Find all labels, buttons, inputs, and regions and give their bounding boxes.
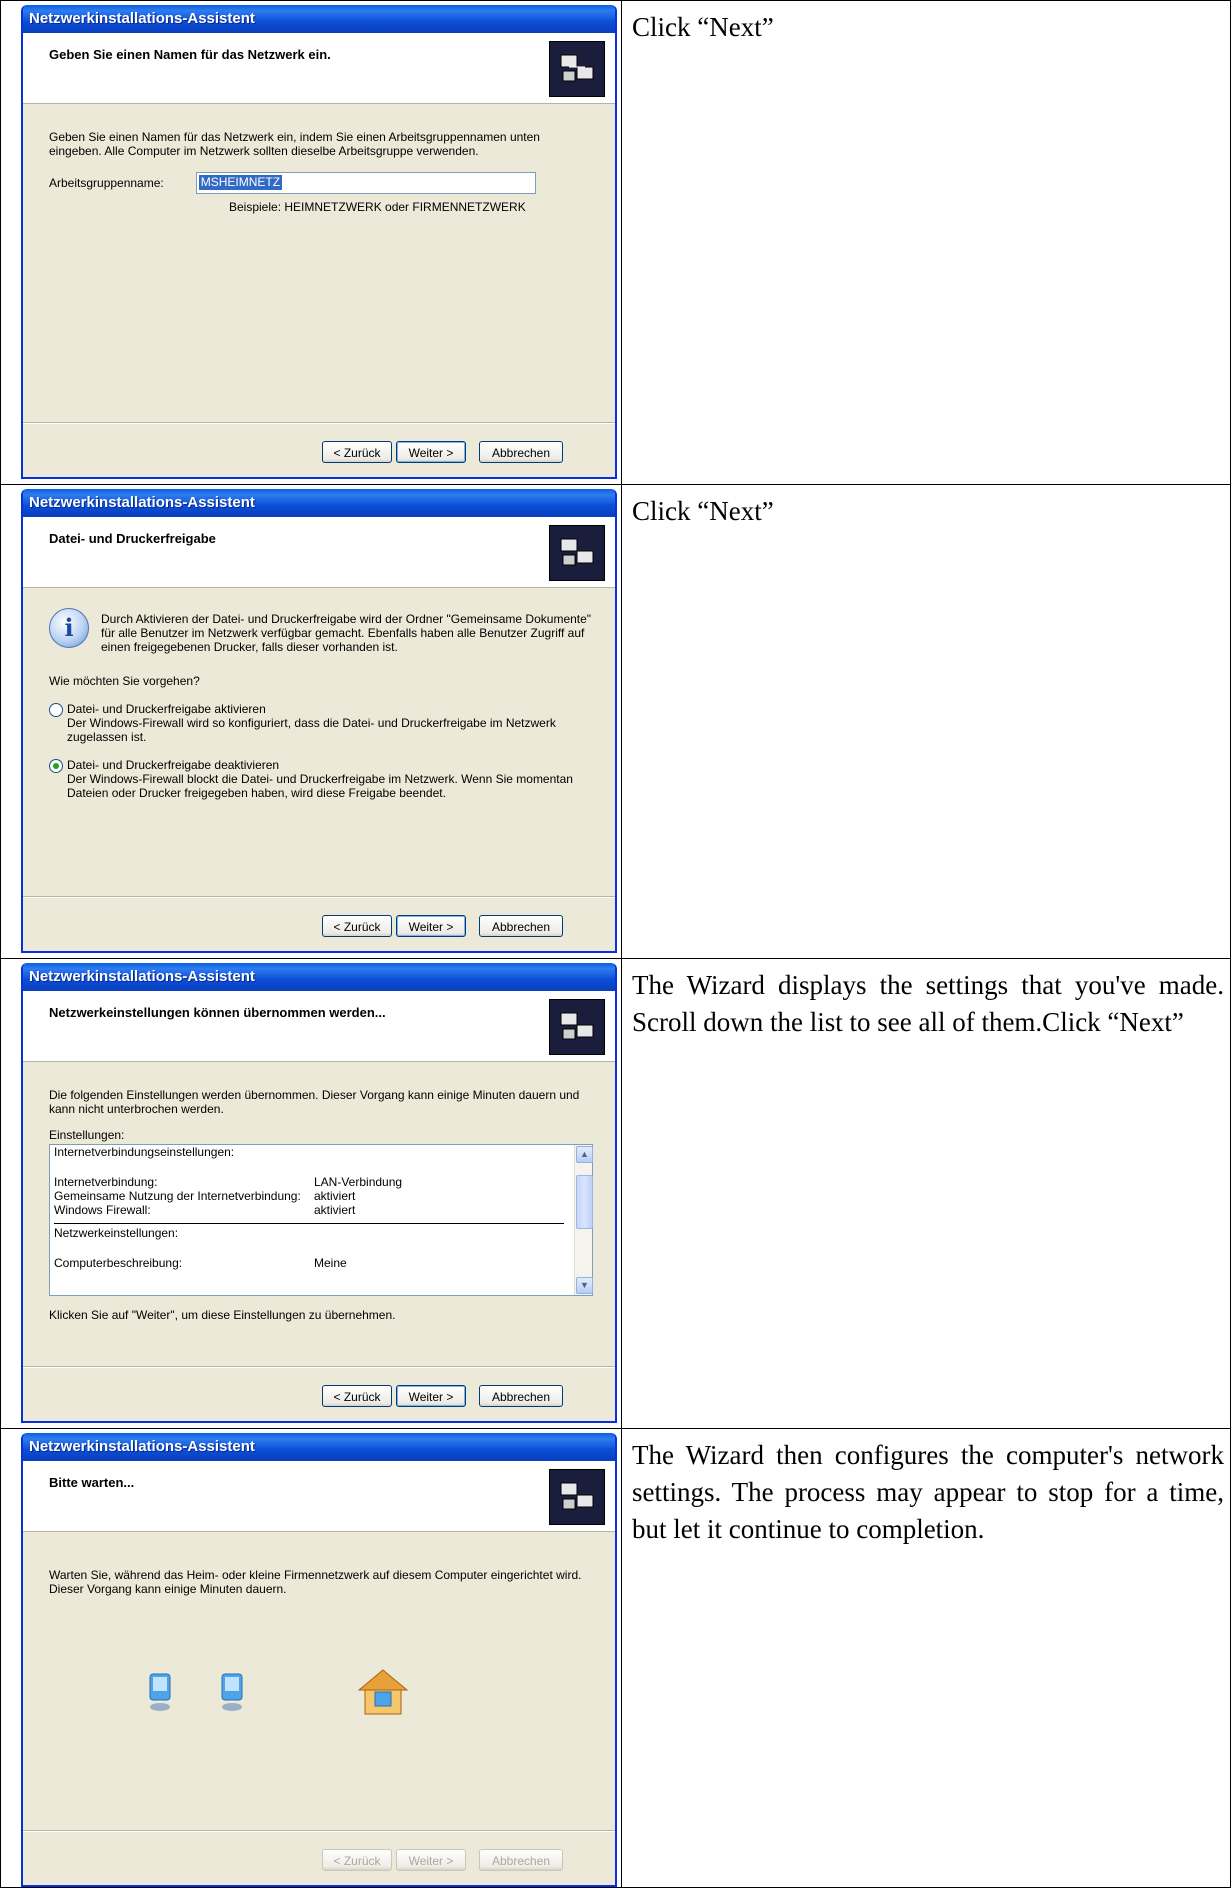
wizard-dialog: Netzwerkinstallations-Assistent Netzwerk…: [21, 963, 617, 1423]
network-wizard-icon: [549, 525, 605, 581]
info-icon: i: [49, 608, 89, 648]
scroll-down-icon[interactable]: ▼: [576, 1277, 593, 1294]
list-item: Computerbeschreibung: Meine: [50, 1256, 592, 1270]
setting-key: Windows Firewall:: [54, 1203, 151, 1217]
dialog-titlebar: Netzwerkinstallations-Assistent: [23, 963, 615, 991]
scrollbar[interactable]: ▲ ▼: [574, 1145, 593, 1295]
option-enable-desc: Der Windows-Firewall wird so konfigurier…: [67, 716, 556, 744]
intro-text: Die folgenden Einstellungen werden übern…: [49, 1088, 580, 1116]
screenshot-cell: Netzwerkinstallations-Assistent Geben Si…: [0, 0, 622, 485]
wizard-dialog: Netzwerkinstallations-Assistent Bitte wa…: [21, 1433, 617, 1887]
screenshot-cell: Netzwerkinstallations-Assistent Netzwerk…: [0, 958, 622, 1429]
setting-key: Gemeinsame Nutzung der Internetverbindun…: [54, 1189, 301, 1203]
dialog-header-title: Datei- und Druckerfreigabe: [49, 531, 216, 546]
instruction-cell: Click “Next”: [621, 484, 1231, 959]
back-button[interactable]: < Zurück: [322, 915, 392, 937]
list-item: Gemeinsame Nutzung der Internetverbindun…: [50, 1189, 592, 1203]
dialog-header-title: Bitte warten...: [49, 1475, 135, 1490]
setting-key: Internetverbindung:: [54, 1175, 158, 1189]
dialog-header: Netzwerkeinstellungen können übernommen …: [23, 991, 615, 1062]
workgroup-value: MSHEIMNETZ: [198, 175, 283, 190]
list-item: Windows Firewall: aktiviert: [50, 1203, 592, 1217]
dialog-body: Warten Sie, während das Heim- oder klein…: [23, 1532, 615, 1808]
dialog-titlebar: Netzwerkinstallations-Assistent: [23, 5, 615, 33]
list-item: Internetverbindung: LAN-Verbindung: [50, 1175, 592, 1189]
option-disable-title: Datei- und Druckerfreigabe deaktivieren: [67, 758, 280, 772]
screenshot-cell: Netzwerkinstallations-Assistent Bitte wa…: [0, 1428, 622, 1888]
settings-label: Einstellungen:: [49, 1128, 125, 1142]
option-disable-desc: Der Windows-Firewall blockt die Datei- u…: [67, 772, 573, 800]
dialog-footer: < Zurück Weiter > Abbrechen: [23, 1830, 615, 1885]
workgroup-label: Arbeitsgruppenname:: [49, 176, 164, 190]
dialog-header-title: Netzwerkeinstellungen können übernommen …: [49, 1005, 386, 1020]
dialog-titlebar: Netzwerkinstallations-Assistent: [23, 489, 615, 517]
table-row: Netzwerkinstallations-Assistent Datei- u…: [0, 484, 1231, 959]
setting-key: Computerbeschreibung:: [54, 1256, 183, 1270]
info-text: Durch Aktivieren der Datei- und Druckerf…: [101, 612, 592, 654]
back-button[interactable]: < Zurück: [322, 441, 392, 463]
wizard-dialog: Netzwerkinstallations-Assistent Datei- u…: [21, 489, 617, 953]
instruction-cell: Click “Next”: [621, 0, 1231, 485]
intro-text: Geben Sie einen Namen für das Netzwerk e…: [49, 130, 540, 158]
dialog-body: i Durch Aktivieren der Datei- und Drucke…: [23, 588, 615, 800]
dialog-footer: < Zurück Weiter > Abbrechen: [23, 422, 615, 477]
setting-value: aktiviert: [314, 1189, 356, 1203]
computer-icon: [149, 1673, 171, 1711]
section-network: Netzwerkeinstellungen:: [54, 1226, 179, 1240]
cancel-button[interactable]: Abbrechen: [479, 1849, 563, 1871]
dialog-header-title: Geben Sie einen Namen für das Netzwerk e…: [49, 47, 331, 62]
dialog-titlebar: Netzwerkinstallations-Assistent: [23, 1433, 615, 1461]
network-wizard-icon: [549, 999, 605, 1055]
network-wizard-icon: [549, 1469, 605, 1525]
computer-icon: [221, 1673, 243, 1711]
setting-value: Meine: [314, 1256, 347, 1270]
home-network-icon: [357, 1669, 409, 1715]
next-button[interactable]: Weiter >: [396, 1385, 466, 1407]
workgroup-hint: Beispiele: HEIMNETZWERK oder FIRMENNETZW…: [229, 200, 526, 214]
instruction-cell: The Wizard displays the settings that yo…: [621, 958, 1231, 1429]
network-wizard-icon: [549, 41, 605, 97]
cancel-button[interactable]: Abbrechen: [479, 915, 563, 937]
footer-note: Klicken Sie auf "Weiter", um diese Einst…: [49, 1308, 396, 1322]
scroll-up-icon[interactable]: ▲: [576, 1146, 593, 1163]
option-disable[interactable]: Datei- und Druckerfreigabe deaktivieren …: [49, 758, 593, 800]
dialog-body: Die folgenden Einstellungen werden übern…: [23, 1062, 615, 1322]
table-row: Netzwerkinstallations-Assistent Geben Si…: [0, 0, 1231, 485]
settings-listbox[interactable]: Internetverbindungseinstellungen: Intern…: [49, 1144, 593, 1296]
setting-value: LAN-Verbindung: [314, 1175, 403, 1189]
dialog-body: Geben Sie einen Namen für das Netzwerk e…: [23, 104, 615, 214]
wizard-dialog: Netzwerkinstallations-Assistent Geben Si…: [21, 5, 617, 479]
next-button[interactable]: Weiter >: [396, 1849, 466, 1871]
list-item: Netzwerkeinstellungen:: [50, 1226, 592, 1240]
back-button[interactable]: < Zurück: [322, 1849, 392, 1871]
setting-value: aktiviert: [314, 1203, 356, 1217]
instruction-cell: The Wizard then configures the computer'…: [621, 1428, 1231, 1888]
option-enable-title: Datei- und Druckerfreigabe aktivieren: [67, 702, 266, 716]
dialog-footer: < Zurück Weiter > Abbrechen: [23, 1366, 615, 1421]
table-row: Netzwerkinstallations-Assistent Netzwerk…: [0, 958, 1231, 1429]
cancel-button[interactable]: Abbrechen: [479, 441, 563, 463]
dialog-header: Bitte warten...: [23, 1461, 615, 1532]
next-button[interactable]: Weiter >: [396, 915, 466, 937]
divider: [54, 1223, 564, 1224]
dialog-footer: < Zurück Weiter > Abbrechen: [23, 896, 615, 951]
next-button[interactable]: Weiter >: [396, 441, 466, 463]
dialog-header: Datei- und Druckerfreigabe: [23, 517, 615, 588]
dialog-header: Geben Sie einen Namen für das Netzwerk e…: [23, 33, 615, 104]
cancel-button[interactable]: Abbrechen: [479, 1385, 563, 1407]
radio-enable[interactable]: [49, 703, 63, 717]
intro-text: Warten Sie, während das Heim- oder klein…: [49, 1568, 582, 1596]
radio-disable[interactable]: [49, 759, 63, 773]
option-enable[interactable]: Datei- und Druckerfreigabe aktivieren De…: [49, 702, 593, 744]
list-item: Internetverbindungseinstellungen:: [50, 1145, 592, 1159]
table-row: Netzwerkinstallations-Assistent Bitte wa…: [0, 1428, 1231, 1888]
scroll-thumb[interactable]: [576, 1175, 593, 1229]
question-text: Wie möchten Sie vorgehen?: [49, 674, 200, 688]
workgroup-input[interactable]: MSHEIMNETZ: [195, 172, 536, 194]
screenshot-cell: Netzwerkinstallations-Assistent Datei- u…: [0, 484, 622, 959]
document-table: Netzwerkinstallations-Assistent Geben Si…: [0, 0, 1231, 1888]
back-button[interactable]: < Zurück: [322, 1385, 392, 1407]
section-internet: Internetverbindungseinstellungen:: [54, 1145, 235, 1159]
